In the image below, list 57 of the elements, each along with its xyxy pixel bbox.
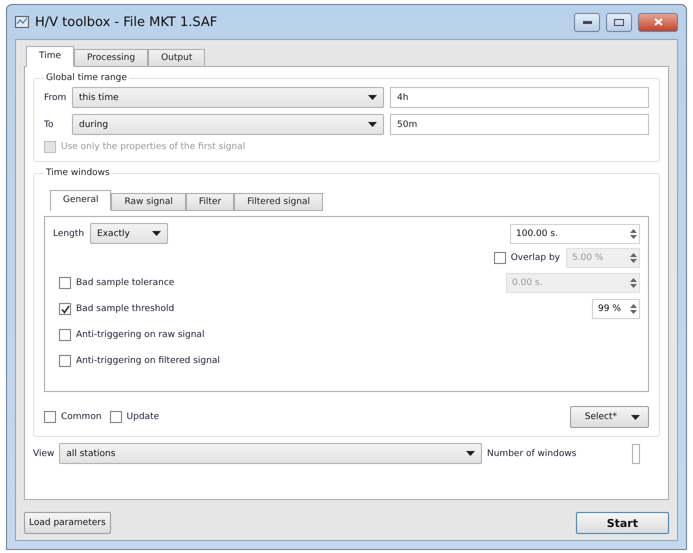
dropdown[interactable]: during	[72, 114, 384, 135]
load-parameters-button[interactable]: Load parameters	[24, 512, 111, 534]
window-title: H/V toolbox - File MKT 1.SAF	[35, 14, 218, 30]
tab[interactable]: Filter	[186, 193, 234, 211]
input-field[interactable]: 4h	[390, 87, 649, 108]
spin-arrows-icon	[630, 277, 637, 289]
field-label: Length	[53, 228, 84, 238]
dropdown[interactable]: Exactly	[90, 223, 168, 244]
spin-box[interactable]: 100.00 s.	[510, 224, 640, 244]
maximize-icon	[614, 18, 624, 26]
input-field[interactable]: 50m	[390, 114, 649, 135]
dropdown[interactable]: this time	[72, 87, 384, 108]
maximize-button[interactable]	[606, 12, 632, 32]
checkbox[interactable]	[59, 329, 71, 341]
checkbox-label: Common	[61, 412, 102, 422]
caret-icon	[631, 414, 640, 420]
select-button[interactable]: Select*	[570, 406, 649, 428]
checkbox[interactable]	[110, 411, 122, 423]
field-label: View	[33, 448, 54, 458]
dropdown[interactable]: all stations	[59, 443, 482, 464]
spin-arrows-icon	[630, 228, 637, 240]
tab[interactable]: Time	[26, 46, 74, 67]
checkbox-label: Bad sample tolerance	[76, 278, 174, 288]
minimize-button[interactable]	[574, 12, 600, 32]
caret-icon	[152, 231, 162, 236]
checkbox[interactable]	[44, 411, 56, 423]
spin-box[interactable]: 99 %	[592, 299, 640, 319]
spin-box[interactable]	[632, 444, 640, 464]
checkbox[interactable]	[59, 355, 71, 367]
tab[interactable]: General	[50, 190, 112, 211]
group-title: Global time range	[45, 73, 128, 83]
tab[interactable]: Output	[148, 49, 206, 67]
field-label: From	[44, 92, 66, 102]
spin-arrows-icon	[630, 252, 637, 264]
tab[interactable]: Filtered signal	[234, 193, 324, 211]
close-button[interactable]	[638, 12, 678, 32]
group-title: Time windows	[45, 168, 111, 178]
spin-arrows-icon	[630, 303, 637, 315]
checkbox-label: Anti-triggering on raw signal	[76, 330, 204, 340]
field-label: To	[44, 120, 54, 130]
close-icon	[654, 18, 662, 26]
tab[interactable]: Processing	[74, 49, 148, 67]
checkbox-label: Update	[126, 412, 160, 422]
checkbox-label: Overlap by	[510, 253, 560, 263]
field-label: Number of windows	[487, 448, 578, 458]
checkbox-label: Anti-triggering on filtered signal	[76, 356, 220, 366]
start-button[interactable]: Start	[576, 512, 669, 534]
minimize-icon	[582, 20, 592, 24]
caret-icon	[466, 451, 475, 456]
app-icon	[15, 16, 29, 28]
caret-icon	[368, 95, 377, 100]
caret-icon	[368, 122, 377, 127]
checkbox-label: Bad sample threshold	[76, 304, 174, 314]
checkbox-label: Use only the properties of the first signal	[61, 142, 246, 152]
tab[interactable]: Raw signal	[111, 193, 186, 211]
checkbox[interactable]	[59, 303, 71, 315]
checkbox[interactable]	[59, 277, 71, 289]
